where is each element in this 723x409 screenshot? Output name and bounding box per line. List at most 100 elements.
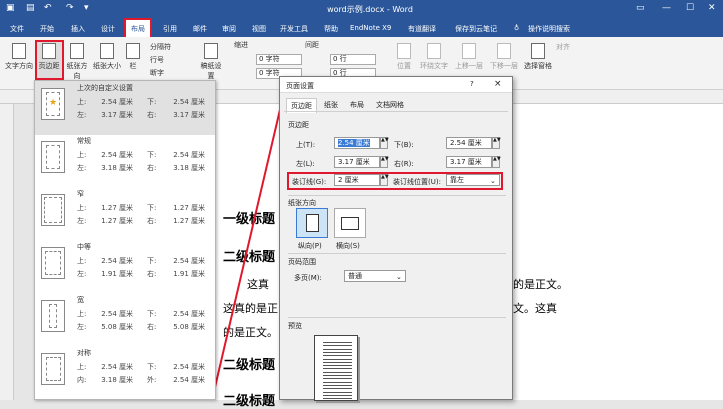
multiple-pages-label: 多页(M):: [294, 274, 322, 282]
preview-text-line: [323, 391, 352, 393]
preset-top-label: 上:: [77, 257, 87, 265]
preset-top-value: 1.27 厘米: [101, 204, 133, 212]
preview-text-line: [323, 348, 352, 350]
preview-text-line: [323, 381, 352, 383]
preview-text-line: [323, 342, 352, 343]
gutter-spinner[interactable]: ▲▼: [380, 174, 389, 186]
landscape-label: 横向(S): [336, 242, 360, 250]
preset-left-value: 3.17 厘米: [101, 111, 133, 119]
preview-text-line: [323, 345, 352, 347]
preset-bottom-value: 2.54 厘米: [173, 257, 205, 265]
preset-bottom-label: 下:: [147, 98, 157, 106]
preset-left-value: 1.91 厘米: [101, 270, 133, 278]
right-margin-spinner[interactable]: ▲▼: [492, 156, 501, 168]
preset-top-value: 2.54 厘米: [101, 257, 133, 265]
margin-preset-name: 上次的自定义设置: [77, 84, 133, 92]
landscape-icon: [341, 217, 359, 230]
margins-button-highlight: [35, 40, 64, 80]
margin-preset-name: 宽: [77, 296, 84, 304]
margins-dropdown: ★ 上次的自定义设置 上: 2.54 厘米 下: 2.54 厘米 左: 3.17 厘米 右: 3.…: [34, 80, 216, 400]
preset-bottom-value: 2.54 厘米: [173, 310, 205, 318]
margin-preset-name: 窄: [77, 190, 84, 198]
help-icon[interactable]: ?: [470, 80, 474, 88]
margin-preset-name: 中等: [77, 243, 91, 251]
margin-preset-thumbnail: [41, 247, 65, 279]
margin-preset-item[interactable]: 中等 上: 2.54 厘米 下: 2.54 厘米 左: 1.91 厘米 右: 1.91 厘米: [35, 240, 215, 294]
preview-text-line: [323, 375, 352, 376]
margin-preset-item[interactable]: 常规 上: 2.54 厘米 下: 2.54 厘米 左: 3.18 厘米 右: 3.18 厘米: [35, 134, 215, 188]
left-label: 左(L):: [296, 160, 315, 168]
multiple-pages-chevron-icon: ⌄: [396, 273, 402, 281]
preset-right-label: 右:: [147, 217, 157, 225]
margin-preset-item[interactable]: 宽上: 2.54 厘米 下: 2.54 厘米 左: 5.08 厘米 右: 5.08 厘米: [35, 293, 215, 347]
preview-page: [314, 335, 358, 401]
preview-text-line: [323, 388, 352, 390]
margin-preset-thumbnail: ★: [41, 88, 65, 120]
top-margin-input[interactable]: 2.54 厘米: [334, 137, 380, 149]
preset-top-label: 上:: [77, 98, 87, 106]
preview-text-line: [323, 398, 352, 400]
left-margin-input[interactable]: 3.17 厘米: [334, 156, 380, 168]
preview-text-line: [323, 358, 352, 360]
landscape-button[interactable]: [334, 208, 366, 238]
portrait-button[interactable]: [296, 208, 328, 238]
gutter-input[interactable]: 2 厘米: [334, 174, 380, 186]
preset-top-value: 2.54 厘米: [101, 98, 133, 106]
preset-bottom-value: 2.54 厘米: [173, 98, 205, 106]
margin-preset-inner-guide: [44, 197, 62, 223]
page-setup-dialog: 页面设置 ? × 页边距 纸张 布局 文档网格 页边距 上(T): 2.54 厘…: [279, 76, 513, 401]
preset-bottom-label: 下:: [147, 151, 157, 159]
margin-preset-thumbnail: [41, 194, 65, 226]
margin-preset-item[interactable]: ★ 上次的自定义设置 上: 2.54 厘米 下: 2.54 厘米 左: 3.17 厘米 右: 3.…: [35, 81, 215, 135]
preview-group-title: 预览: [288, 322, 302, 330]
preset-top-value: 2.54 厘米: [101, 363, 133, 371]
dialog-tab-layout[interactable]: 布局: [346, 98, 368, 112]
margin-preset-thumbnail: [41, 141, 65, 173]
preset-left-label: 左:: [77, 270, 87, 278]
preset-right-value: 1.27 厘米: [173, 217, 205, 225]
bottom-label: 下(B):: [394, 141, 414, 149]
bottom-margin-input[interactable]: 2.54 厘米: [446, 137, 492, 149]
margin-preset-inner-guide: [46, 145, 60, 169]
preview-text-line: [323, 378, 352, 380]
preview-text-line: [323, 371, 352, 373]
margins-group-title: 页边距: [288, 121, 309, 129]
tab-divider: [284, 111, 508, 112]
preset-top-label: 上:: [77, 310, 87, 318]
top-margin-spinner[interactable]: ▲▼: [380, 137, 389, 149]
left-margin-spinner[interactable]: ▲▼: [380, 156, 389, 168]
dialog-titlebar: 页面设置 ? ×: [280, 77, 512, 93]
preview-text-line: [323, 365, 352, 367]
preset-bottom-value: 2.54 厘米: [173, 363, 205, 371]
pages-group-title: 页码范围: [288, 258, 316, 266]
preset-right-value: 2.54 厘米: [173, 376, 205, 384]
preview-text-line: [323, 361, 352, 363]
preview-text-line: [323, 394, 352, 396]
preset-right-label: 右:: [147, 111, 157, 119]
dialog-tab-paper[interactable]: 纸张: [320, 98, 342, 112]
portrait-label: 纵向(P): [298, 242, 322, 250]
margin-preset-inner-guide: [45, 251, 61, 275]
gutter-position-label: 装订线位置(U):: [393, 178, 441, 186]
preview-text-line: [323, 351, 352, 353]
preset-right-value: 5.08 厘米: [173, 323, 205, 331]
preset-right-label: 右:: [147, 270, 157, 278]
margin-preset-thumbnail: [41, 300, 65, 332]
preset-top-label: 上:: [77, 151, 87, 159]
orientation-group-title: 纸张方向: [288, 199, 316, 207]
preset-bottom-label: 下:: [147, 204, 157, 212]
preview-text-line: [323, 368, 352, 370]
preset-left-label: 左:: [77, 217, 87, 225]
margin-preset-item[interactable]: 窄上: 1.27 厘米 下: 1.27 厘米 左: 1.27 厘米 右: 1.27 厘米: [35, 187, 215, 241]
margin-preset-name: 常规: [77, 137, 91, 145]
top-margin-value: 2.54 厘米: [338, 139, 370, 147]
margin-preset-item[interactable]: 对称 上: 2.54 厘米 下: 2.54 厘米 内: 3.18 厘米 外: 2.54 厘米: [35, 346, 215, 400]
bottom-margin-spinner[interactable]: ▲▼: [492, 137, 501, 149]
preset-right-label: 右:: [147, 164, 157, 172]
right-margin-input[interactable]: 3.17 厘米: [446, 156, 492, 168]
preset-right-label: 右:: [147, 323, 157, 331]
dialog-close-icon[interactable]: ×: [494, 79, 502, 89]
preset-bottom-label: 下:: [147, 363, 157, 371]
preset-bottom-value: 1.27 厘米: [173, 204, 205, 212]
dialog-tab-doc-grid[interactable]: 文档网格: [372, 98, 408, 112]
